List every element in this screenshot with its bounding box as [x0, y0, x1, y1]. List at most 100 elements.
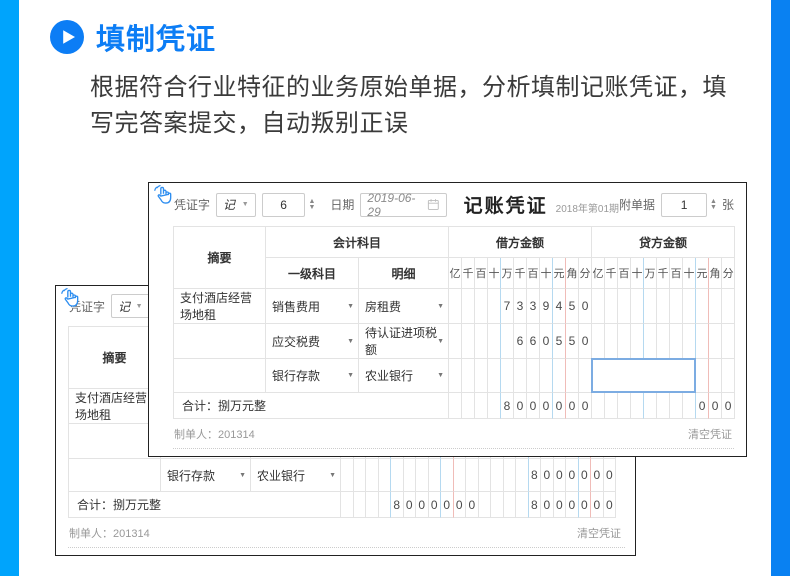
amount-digit-cell[interactable]: 9	[540, 289, 554, 324]
amount-digit-cell[interactable]	[475, 289, 489, 324]
summary-cell[interactable]	[69, 459, 161, 492]
amount-digit-cell[interactable]	[366, 459, 379, 492]
amount-digit-cell[interactable]	[462, 324, 476, 359]
amount-digit-cell[interactable]	[631, 289, 645, 324]
subject-select[interactable]: 银行存款 ▼	[161, 459, 251, 492]
amount-digit-cell[interactable]: 5	[566, 324, 580, 359]
clear-voucher-button[interactable]: 清空凭证	[577, 525, 621, 541]
amount-digit-cell[interactable]	[722, 359, 736, 393]
amount-digit-cell[interactable]	[592, 324, 606, 359]
amount-digit-cell[interactable]: 0	[591, 459, 604, 492]
voucher-word-select[interactable]: 记 ▼	[216, 192, 256, 217]
amount-digit-cell[interactable]	[488, 324, 502, 359]
amount-digit-cell[interactable]: 6	[514, 324, 528, 359]
amount-digit-cell[interactable]	[618, 324, 632, 359]
stepper-down-icon[interactable]: ▼	[710, 204, 717, 211]
amount-digit-cell[interactable]	[592, 289, 606, 324]
amount-digit-cell[interactable]	[514, 359, 528, 393]
amount-digit-cell[interactable]	[657, 324, 671, 359]
amount-digit-cell[interactable]: 5	[566, 289, 580, 324]
amount-digit-cell[interactable]	[631, 324, 645, 359]
amount-digit-cell[interactable]	[722, 324, 736, 359]
voucher-word-select[interactable]: 记 ▼	[111, 294, 150, 318]
summary-cell[interactable]	[174, 324, 266, 359]
amount-digit-cell[interactable]	[501, 359, 515, 393]
amount-digit-cell[interactable]: 8	[528, 459, 542, 492]
amount-digit-cell[interactable]	[475, 359, 489, 393]
amount-digit-cell[interactable]	[391, 459, 404, 492]
amount-digit-cell[interactable]	[475, 324, 489, 359]
detail-select[interactable]: 农业银行 ▼	[251, 459, 342, 492]
amount-digit-cell[interactable]	[722, 289, 736, 324]
amount-digit-cell[interactable]	[462, 359, 476, 393]
amount-digit-cell[interactable]	[644, 289, 658, 324]
amount-digit-cell[interactable]: 0	[603, 459, 617, 492]
amount-digit-cell[interactable]: 0	[578, 459, 592, 492]
amount-digit-cell[interactable]: 0	[579, 289, 593, 324]
amount-digit-cell[interactable]	[540, 359, 554, 393]
amount-digit-cell[interactable]	[353, 459, 367, 492]
stepper-down-icon[interactable]: ▼	[308, 204, 315, 211]
credit-amount-input[interactable]	[591, 358, 697, 393]
amount-digit-cell[interactable]	[709, 359, 723, 393]
amount-digit-cell[interactable]	[709, 289, 723, 324]
detail-select[interactable]: 农业银行 ▼	[359, 359, 450, 393]
amount-digit-cell[interactable]	[449, 359, 463, 393]
subject-select[interactable]: 应交税费 ▼	[266, 324, 359, 359]
amount-digit-cell[interactable]	[696, 359, 710, 393]
amount-digit-cell[interactable]	[696, 289, 710, 324]
summary-cell[interactable]: 支付酒店经营场地租	[174, 289, 266, 324]
amount-digit-cell[interactable]: 5	[553, 324, 567, 359]
voucher-number-input[interactable]: 6	[261, 192, 306, 217]
amount-digit-cell[interactable]	[428, 459, 442, 492]
amount-digit-cell[interactable]	[553, 359, 567, 393]
clear-voucher-button[interactable]: 清空凭证	[688, 426, 732, 442]
amount-digit-cell[interactable]	[566, 359, 580, 393]
amount-digit-cell[interactable]	[657, 289, 671, 324]
amount-digit-cell[interactable]	[670, 324, 684, 359]
amount-digit-cell[interactable]	[341, 459, 354, 492]
amount-digit-cell[interactable]	[403, 459, 417, 492]
amount-digit-cell[interactable]	[449, 289, 463, 324]
amount-digit-cell[interactable]	[449, 324, 463, 359]
amount-digit-cell[interactable]: 0	[579, 324, 593, 359]
amount-digit-cell[interactable]	[488, 289, 502, 324]
amount-digit-cell[interactable]	[605, 324, 619, 359]
amount-digit-cell[interactable]	[441, 459, 454, 492]
amount-digit-cell[interactable]	[462, 289, 476, 324]
detail-select[interactable]: 房租费 ▼	[359, 289, 450, 324]
amount-digit-cell[interactable]	[503, 459, 517, 492]
amount-digit-cell[interactable]: 4	[553, 289, 567, 324]
amount-digit-cell[interactable]: 0	[540, 324, 554, 359]
amount-digit-cell[interactable]	[378, 459, 392, 492]
subject-select[interactable]: 银行存款 ▼	[266, 359, 359, 393]
amount-digit-cell[interactable]	[605, 289, 619, 324]
amount-digit-cell[interactable]	[683, 324, 697, 359]
amount-digit-cell[interactable]	[416, 459, 429, 492]
amount-digit-cell[interactable]: 3	[514, 289, 528, 324]
amount-digit-cell[interactable]	[453, 459, 467, 492]
amount-digit-cell[interactable]	[478, 459, 492, 492]
detail-select[interactable]: 待认证进项税额▼	[359, 324, 450, 359]
amount-digit-cell[interactable]: 7	[501, 289, 515, 324]
date-input[interactable]: 2019-06-29	[360, 191, 447, 219]
amount-digit-cell[interactable]	[618, 289, 632, 324]
amount-digit-cell[interactable]	[644, 324, 658, 359]
amount-digit-cell[interactable]: 0	[566, 459, 579, 492]
amount-digit-cell[interactable]: 0	[541, 459, 554, 492]
amount-digit-cell[interactable]	[527, 359, 541, 393]
amount-digit-cell[interactable]: 0	[553, 459, 567, 492]
subject-select[interactable]: 销售费用 ▼	[266, 289, 359, 324]
amount-digit-cell[interactable]	[491, 459, 504, 492]
amount-digit-cell[interactable]	[696, 324, 710, 359]
amount-digit-cell[interactable]	[516, 459, 529, 492]
voucher-number-stepper[interactable]: ▲▼	[308, 198, 315, 211]
amount-digit-cell[interactable]	[670, 289, 684, 324]
amount-digit-cell[interactable]	[501, 324, 515, 359]
attachment-count-input[interactable]: 1	[661, 192, 708, 217]
summary-cell[interactable]	[174, 359, 266, 393]
amount-digit-cell[interactable]	[488, 359, 502, 393]
amount-digit-cell[interactable]	[466, 459, 479, 492]
amount-digit-cell[interactable]: 6	[527, 324, 541, 359]
amount-digit-cell[interactable]	[709, 324, 723, 359]
